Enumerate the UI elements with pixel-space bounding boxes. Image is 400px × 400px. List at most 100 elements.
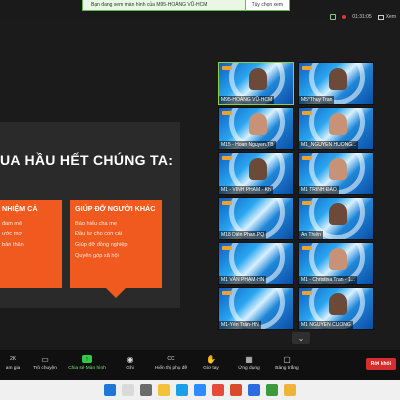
chat-label: Trò chuyện <box>33 366 57 371</box>
participant-tile[interactable]: M1 - VINH PHAM - Kh <box>218 152 294 195</box>
participants-count: 2K <box>9 356 17 362</box>
participant-name: M18 Diên Phan.PQ <box>219 231 267 239</box>
view-label: Xem <box>385 14 396 20</box>
grid-icon <box>377 14 384 20</box>
slide-card-right: GIÚP ĐỠ NGƯỜI KHÁC Báo hiếu cha mẹ Đầu t… <box>70 200 162 298</box>
participant-video <box>249 68 267 90</box>
chrome-icon[interactable] <box>284 384 296 396</box>
chevron-down-icon: ⌄ <box>297 333 305 343</box>
participant-video <box>249 113 267 135</box>
brand-logo-icon <box>302 201 312 205</box>
start-icon[interactable] <box>104 384 116 396</box>
participant-tile[interactable]: M1-Yến Trần-HN <box>218 287 294 330</box>
participants-button[interactable]: 2K am gia <box>0 350 26 371</box>
brand-logo-icon <box>222 156 232 160</box>
participant-name: M1 VÂN PHẠM-HN <box>219 276 267 284</box>
reactions-label: Giơ tay <box>203 366 219 371</box>
reactions-button[interactable]: ✋ Giơ tay <box>192 350 230 372</box>
brand-logo-icon <box>222 291 232 295</box>
shield-icon[interactable] <box>330 14 337 20</box>
apps-button[interactable]: ▦ Ứng dụng <box>230 350 268 372</box>
brand-logo-icon <box>302 156 312 160</box>
share-screen-icon: ↑ <box>82 355 92 363</box>
record-label: Ghi <box>126 366 134 371</box>
participant-tile[interactable]: M18 Diên Phan.PQ <box>218 197 294 240</box>
chat-button[interactable]: ▭ Trò chuyện <box>26 350 64 372</box>
edge-icon[interactable] <box>176 384 188 396</box>
brand-logo-icon <box>302 66 312 70</box>
participant-video <box>329 248 347 270</box>
raise-hand-icon: ✋ <box>206 354 216 364</box>
participant-tile[interactable]: An Thiên <box>298 197 374 240</box>
participant-tile[interactable]: M5*Thuy Tran <box>298 62 374 105</box>
whiteboards-label: Bảng trắng <box>275 366 299 371</box>
participant-name: M1 - Christina Tran - 1... <box>299 276 357 284</box>
participant-tile[interactable]: M1 TRINH ĐÀO <box>298 152 374 195</box>
zoom-icon[interactable] <box>194 384 206 396</box>
view-button[interactable]: Xem <box>377 14 396 20</box>
chat-icon: ▭ <box>41 354 49 364</box>
record-button[interactable]: ◉ Ghi <box>110 350 150 372</box>
participant-name: M1 - VINH PHAM - Kh <box>219 186 273 194</box>
gallery-next-button[interactable]: ⌄ <box>292 332 310 344</box>
excel-icon[interactable] <box>266 384 278 396</box>
whiteboards-button[interactable]: ▢ Bảng trắng <box>268 350 306 372</box>
record-dot-icon <box>342 15 347 19</box>
banner-message: Bạn đang xem màn hình của M95-HOÀNG VŨ-H… <box>91 2 208 8</box>
whiteboard-icon: ▢ <box>283 354 291 364</box>
shared-slide: UA HẦU HẾT CHÚNG TA: NHIỆM CẢ đam mê ước… <box>0 122 180 308</box>
view-options-button[interactable]: Tùy chọn xem <box>244 0 289 10</box>
meeting-controls: 2K am gia ▭ Trò chuyện ↑ Chia sẻ Màn hìn… <box>0 350 400 380</box>
card-right-item: Giúp đỡ đồng nghiệp <box>75 241 128 248</box>
card-left-item: bản thân <box>2 241 24 248</box>
meeting-topbar: 01:31:05 Xem <box>330 14 400 20</box>
brand-logo-icon <box>222 111 232 115</box>
participant-video <box>329 293 347 315</box>
record-icon: ◉ <box>126 354 134 364</box>
card-right-item: Đầu tư cho con cái <box>75 231 122 238</box>
meeting-timer: 01:31:05 <box>352 14 372 20</box>
participant-name: An Thiên <box>299 231 323 239</box>
participant-tile[interactable]: M15 - Hoan Nguyen.TB <box>218 107 294 150</box>
word-icon[interactable] <box>248 384 260 396</box>
brand-logo-icon <box>222 246 232 250</box>
brand-logo-icon <box>222 66 232 70</box>
share-screen-label: Chia sẻ Màn hình <box>68 366 106 371</box>
captions-button[interactable]: CC Hiển thị phụ đề <box>150 350 192 371</box>
card-right-title: GIÚP ĐỠ NGƯỜI KHÁC <box>75 204 156 213</box>
participant-name: M1_NGUYEN HUONG... <box>299 141 359 149</box>
participant-video <box>249 158 267 180</box>
windows-taskbar <box>0 380 400 400</box>
share-screen-button[interactable]: ↑ Chia sẻ Màn hình <box>64 350 110 371</box>
participant-name: M15 - Hoan Nguyen.TB <box>219 141 276 149</box>
participant-tile[interactable]: M1_NGUYEN HUONG... <box>298 107 374 150</box>
participants-label: am gia <box>5 366 21 371</box>
card-notch <box>106 288 126 298</box>
apps-icon: ▦ <box>245 354 253 364</box>
app-icon[interactable] <box>212 384 224 396</box>
participant-tile[interactable]: M1 - Christina Tran - 1... <box>298 242 374 285</box>
office-icon[interactable] <box>230 384 242 396</box>
search-icon[interactable] <box>122 384 134 396</box>
card-right-item: Báo hiếu cha mẹ <box>75 220 117 227</box>
card-right-item: Quyên góp xã hội <box>75 252 119 259</box>
captions-icon: CC <box>167 356 175 362</box>
participant-video <box>329 158 347 180</box>
card-left-item: ước mơ <box>2 231 23 238</box>
participant-video <box>329 203 347 225</box>
task-view-icon[interactable] <box>140 384 152 396</box>
participant-tile[interactable]: M1 NGUYEN CUONG <box>298 287 374 330</box>
brand-logo-icon <box>302 291 312 295</box>
participant-tile[interactable]: M95-HOÀNG VŨ-HCM <box>218 62 294 105</box>
file-explorer-icon[interactable] <box>158 384 170 396</box>
card-left-item: đam mê <box>2 220 23 227</box>
brand-logo-icon <box>302 111 312 115</box>
leave-button[interactable]: Rời khỏi <box>365 358 396 370</box>
participant-video <box>329 68 347 90</box>
participant-tile[interactable]: M1 VÂN PHẠM-HN <box>218 242 294 285</box>
brand-logo-icon <box>302 246 312 250</box>
captions-label: Hiển thị phụ đề <box>154 366 188 371</box>
apps-label: Ứng dụng <box>238 366 260 371</box>
participant-video <box>329 113 347 135</box>
slide-heading: UA HẦU HẾT CHÚNG TA: <box>0 152 174 168</box>
